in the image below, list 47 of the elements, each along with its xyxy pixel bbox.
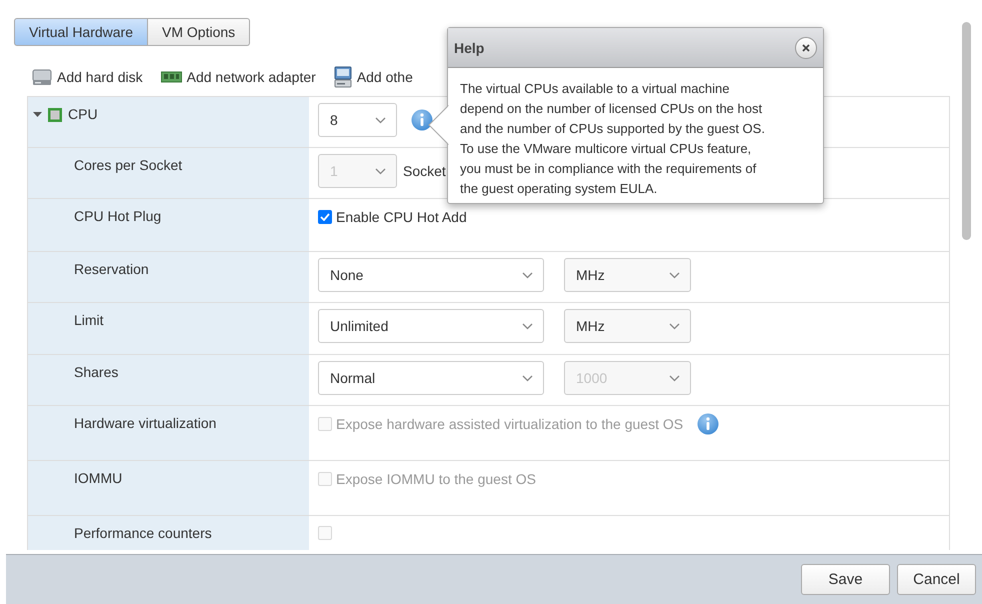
network-card-icon [160,71,182,83]
row-label: IOMMU [74,470,122,486]
row-label: CPU [68,106,98,122]
caret-icon[interactable] [33,110,42,119]
chevron-icon [522,272,533,278]
row-label: Reservation [74,261,149,277]
toolbar-button[interactable]: Add hard disk [32,68,143,86]
field-label: Socket [403,163,446,179]
row-label: Performance counters [74,525,212,541]
dropdown-select[interactable]: Unlimited [318,309,544,343]
drive-icon [334,66,352,88]
row-label: CPU Hot Plug [74,208,162,224]
help-text: The virtual CPUs available to a virtual machine depend on the number of licensed CPUs on the host and the number of CPUs supported by the guest OS. To use the VMware multicore virtual CPUs feature, you must be in compliance with the requirements of the guest operating system EULA. [459,80,766,198]
chevron-icon [669,322,680,330]
row-label: Cores per Socket [74,157,182,173]
dropdown-select[interactable]: None [318,258,544,292]
chevron-icon [669,272,680,278]
toolbar-button[interactable]: Add network adapter [160,69,316,85]
chevron-icon [375,116,386,124]
dialog-button[interactable]: Cancel [897,564,976,595]
chevron-icon [522,374,533,382]
close-button[interactable] [795,36,817,58]
info-icon[interactable] [411,109,433,131]
dropdown-select[interactable]: 8 [318,103,397,137]
tab[interactable]: VM Options [148,18,250,46]
chevron-icon [375,168,386,174]
chip-icon [47,107,63,123]
close-icon [801,42,811,52]
checkbox-label: Expose hardware assisted virtualization to the guest OS [336,416,684,432]
chevron-icon [522,322,533,330]
chevron-icon [669,374,680,382]
scrollbar-thumb[interactable] [962,22,970,240]
dropdown-select[interactable]: MHz [564,258,691,292]
hard-disk-icon [32,68,52,86]
row-label: Hardware virtualization [74,415,216,431]
dialog-button[interactable]: Save [801,564,890,595]
toolbar-button[interactable]: Add othe [334,66,413,88]
checkbox[interactable] [318,210,332,224]
checkbox-label: Expose IOMMU to the guest OS [336,471,536,487]
row-label: Shares [74,364,118,380]
info-icon[interactable] [697,413,720,435]
checkbox-label: Enable CPU Hot Add [336,209,467,225]
tab[interactable]: Virtual Hardware [14,18,148,46]
row-label: Limit [74,312,104,328]
dropdown-select[interactable]: Normal [318,361,544,395]
dropdown-select[interactable]: MHz [564,309,691,343]
help-title: Help [454,40,484,56]
